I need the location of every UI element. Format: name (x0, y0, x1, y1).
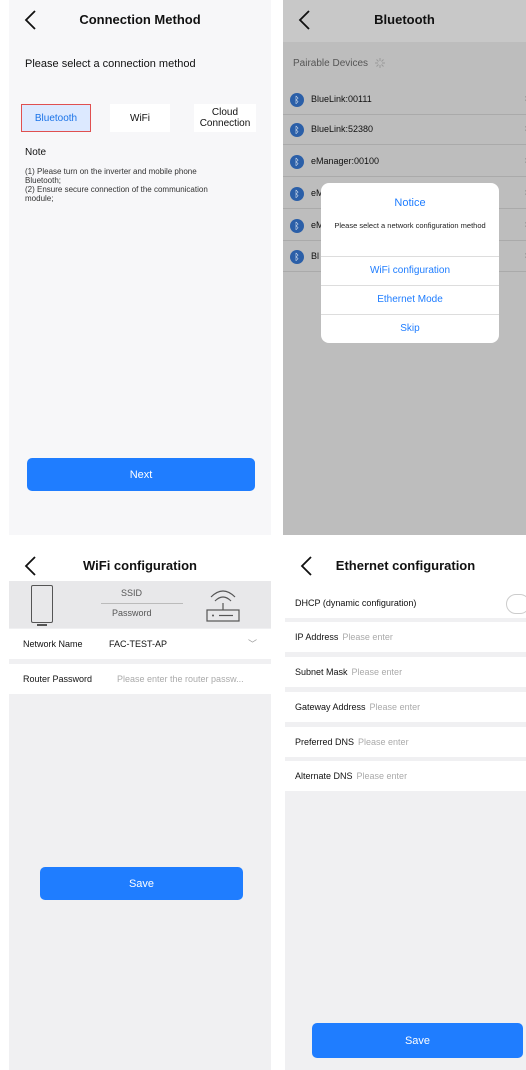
save-button[interactable]: Save (40, 867, 243, 900)
wifi-method-button[interactable]: WiFi (110, 104, 170, 132)
next-button[interactable]: Next (27, 458, 255, 491)
bluetooth-icon: ᛒ (290, 155, 304, 169)
field-placeholder: Please enter (356, 771, 408, 781)
pairable-devices-label: Pairable Devices (293, 58, 369, 69)
dhcp-label: DHCP (dynamic configuration) (295, 598, 417, 608)
router-icon (205, 585, 241, 623)
page-title: Bluetooth (374, 12, 435, 27)
gateway-address-row[interactable]: Gateway Address Please enter (285, 692, 526, 722)
router-password-input[interactable]: Please enter the router passw... (117, 674, 244, 684)
header: Connection Method (9, 0, 271, 42)
dialog-message: Please select a network configuration me… (334, 221, 486, 230)
bluetooth-icon: ᛒ (290, 250, 304, 264)
bluetooth-icon: ᛒ (290, 187, 304, 201)
save-button[interactable]: Save (312, 1023, 523, 1058)
chevron-down-icon[interactable]: ﹀ (248, 637, 257, 650)
field-label: Subnet Mask (295, 667, 348, 677)
note-heading: Note (25, 147, 47, 158)
page-title: Ethernet configuration (335, 558, 476, 573)
wifi-configuration-screen: WiFi configuration SSID Password Network… (9, 546, 271, 1070)
preferred-dns-row[interactable]: Preferred DNS Please enter (285, 727, 526, 757)
note-line-2: (2) Ensure secure connection of the comm… (25, 185, 208, 203)
network-name-row[interactable]: Network Name FAC-TEST-AP ﹀ (9, 629, 271, 659)
network-name-value[interactable]: FAC-TEST-AP (109, 639, 167, 649)
dialog-title: Notice (394, 197, 426, 209)
note-text: (1) Please turn on the inverter and mobi… (25, 167, 215, 203)
page-title: WiFi configuration (83, 558, 197, 573)
device-row[interactable]: ᛒ eManager:00100 › (283, 148, 526, 177)
device-name: BlueLink:52380 (311, 124, 374, 134)
loading-spinner-icon (374, 58, 385, 69)
gateway-address-field[interactable]: Gateway Address Please enter (295, 702, 420, 712)
field-label: IP Address (295, 632, 339, 642)
ssid-label: SSID (121, 588, 143, 598)
network-name-label: Network Name (23, 639, 83, 649)
device-row[interactable]: ᛒ BlueLink:52380 › (283, 116, 526, 145)
wifi-configuration-option[interactable]: WiFi configuration (321, 256, 499, 285)
dhcp-toggle[interactable] (506, 594, 526, 614)
ethernet-mode-option[interactable]: Ethernet Mode (321, 285, 499, 314)
field-label: Preferred DNS (295, 737, 355, 747)
subnet-mask-row[interactable]: Subnet Mask Please enter (285, 657, 526, 687)
arrow-line (101, 603, 183, 604)
alternate-dns-row[interactable]: Alternate DNS Please enter (285, 761, 526, 791)
password-label: Password (112, 608, 152, 618)
device-row[interactable]: ᛒ BlueLink:00111 › (283, 86, 526, 115)
pairable-devices-heading: Pairable Devices (293, 58, 385, 69)
bluetooth-icon: ᛒ (290, 93, 304, 107)
ethernet-configuration-screen: Ethernet configuration DHCP (dynamic con… (285, 546, 526, 1070)
wifi-illustration: SSID Password (9, 581, 271, 628)
dhcp-row: DHCP (dynamic configuration) (285, 588, 526, 618)
device-name: BlueLink:00111 (311, 94, 372, 104)
cloud-connection-method-button[interactable]: Cloud Connection (194, 104, 256, 132)
notice-dialog: Notice Please select a network configura… (321, 183, 499, 343)
subnet-mask-field[interactable]: Subnet Mask Please enter (295, 667, 402, 677)
field-placeholder: Please enter (358, 737, 409, 747)
connection-method-screen: Connection Method Please select a connec… (9, 0, 271, 535)
device-name: Bl (311, 251, 320, 261)
bluetooth-method-button[interactable]: Bluetooth (21, 104, 91, 132)
field-label: Alternate DNS (295, 771, 353, 781)
field-placeholder: Please enter (342, 632, 393, 642)
header: Bluetooth (283, 0, 526, 42)
note-line-1: (1) Please turn on the inverter and mobi… (25, 167, 197, 185)
field-placeholder: Please enter (369, 702, 421, 712)
bluetooth-icon: ᛒ (290, 219, 304, 233)
device-name: eManager:00100 (311, 156, 380, 166)
ip-address-field[interactable]: IP Address Please enter (295, 632, 393, 642)
select-method-prompt: Please select a connection method (25, 58, 196, 70)
router-password-label: Router Password (23, 674, 93, 684)
bluetooth-screen: Bluetooth Pairable Devices ᛒ BlueLink:00… (283, 0, 526, 535)
ip-address-row[interactable]: IP Address Please enter (285, 622, 526, 652)
preferred-dns-field[interactable]: Preferred DNS Please enter (295, 737, 409, 747)
phone-icon (31, 585, 53, 626)
bluetooth-icon: ᛒ (290, 123, 304, 137)
field-label: Gateway Address (295, 702, 366, 712)
field-placeholder: Please enter (351, 667, 403, 677)
router-password-row[interactable]: Router Password Please enter the router … (9, 664, 271, 694)
page-title: Connection Method (79, 12, 201, 27)
skip-option[interactable]: Skip (321, 314, 499, 343)
header: Ethernet configuration (285, 546, 526, 588)
alternate-dns-field[interactable]: Alternate DNS Please enter (295, 771, 407, 781)
